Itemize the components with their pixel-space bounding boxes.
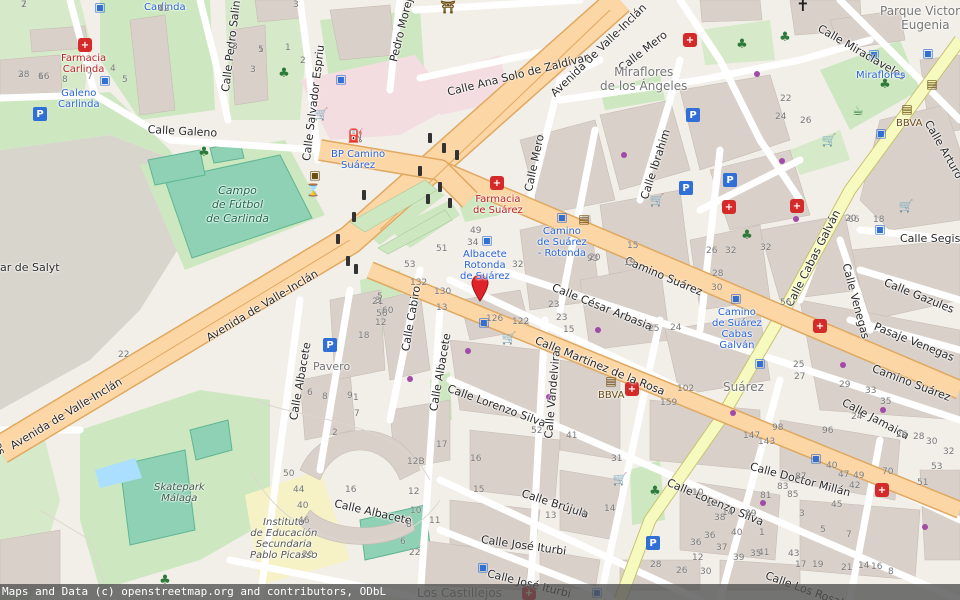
shopping-cart-icon[interactable]: 🛒 [650,193,665,207]
pharmacy-icon[interactable]: + [790,199,804,213]
tree-icon: ♣ [198,144,210,160]
shop-dot-icon[interactable] [840,362,846,368]
shop-dot-icon[interactable] [922,524,928,530]
parking-icon[interactable]: P [323,338,337,352]
map-attribution[interactable]: Maps and Data (c) openstreetmap.org and … [0,584,960,600]
pharmacy-icon[interactable]: + [875,483,889,497]
shop-dot-icon[interactable] [465,348,471,354]
shop-dot-icon[interactable] [546,394,552,400]
parking-icon[interactable]: P [33,107,47,121]
church-icon[interactable]: ✝ [796,0,810,15]
shopping-cart-icon[interactable]: 🛒 [822,133,837,147]
shopping-cart-icon[interactable]: 🛒 [899,199,914,213]
bus-stop-icon[interactable]: ▣ [874,126,888,140]
tree-icon: ♣ [741,227,753,243]
bank-icon[interactable]: ▤ [925,77,939,91]
shop-dot-icon[interactable] [779,158,785,164]
cafe-icon[interactable]: ☕ [851,104,865,119]
shop-dot-icon[interactable] [793,216,799,222]
pharmacy-icon[interactable]: + [78,38,92,52]
shop-dot-icon[interactable] [407,376,413,382]
bus-stop-icon[interactable]: ▣ [873,222,887,236]
tree-icon: ♣ [278,65,290,81]
bus-stop-icon[interactable]: ▣ [98,73,112,87]
shopping-cart-icon[interactable]: 🛒 [502,331,517,345]
bank-icon[interactable]: ▤ [577,212,591,226]
hourglass-icon: ⌛ [305,183,321,197]
pharmacy-icon[interactable]: + [722,200,736,214]
shopping-cart-icon[interactable]: 🛒 [613,472,628,486]
tree-icon: ♣ [736,36,748,52]
bus-stop-icon[interactable]: ▣ [809,451,823,465]
tree-icon: ♣ [649,483,661,499]
bus-stop-icon[interactable]: ▣ [921,46,935,60]
street-map[interactable]: + P ▣ ▣ ▣ ⛽ 🛒 ♣ ♣ ♣ ♣ ♣ ♣ ♣ ♣ ✝ + + + + … [0,0,960,600]
pharmacy-icon[interactable]: + [490,176,504,190]
bus-stop-icon[interactable]: ▣ [753,356,767,370]
bus-stop-icon[interactable]: ▣ [334,72,348,86]
bus-stop-icon[interactable]: ▣ [729,291,743,305]
shop-dot-icon[interactable] [730,410,736,416]
pharmacy-icon[interactable]: + [625,382,639,396]
shop-dot-icon[interactable] [595,327,601,333]
bus-stop-icon[interactable]: ▣ [476,560,490,574]
tree-icon: ♣ [879,76,891,92]
pharmacy-icon[interactable]: + [683,33,697,47]
shop-dot-icon[interactable] [754,71,760,77]
bus-stop-icon[interactable]: ▣ [867,47,881,61]
fuel-station-icon[interactable]: ⛽ [348,129,364,144]
bus-stop-icon[interactable]: ▣ [477,315,491,329]
bank-icon[interactable]: ▤ [900,102,914,116]
bus-stop-icon[interactable]: ▣ [555,210,569,224]
bus-stop-icon[interactable]: ▣ [308,168,322,182]
shop-dot-icon[interactable] [760,500,766,506]
pharmacy-icon[interactable]: + [813,319,827,333]
shop-dot-icon[interactable] [880,407,886,413]
shop-dot-icon[interactable] [621,152,627,158]
tree-icon: ♣ [779,29,791,45]
shrine-icon[interactable]: ⛩ [440,0,455,14]
parking-icon[interactable]: P [686,108,700,122]
location-pin-icon[interactable] [471,274,489,302]
parking-icon[interactable]: P [646,536,660,550]
bus-stop-icon[interactable]: ▣ [93,0,107,14]
parking-icon[interactable]: P [723,173,737,187]
shopping-cart-icon[interactable]: 🛒 [314,107,329,121]
bus-stop-icon[interactable]: ▣ [480,233,494,247]
bank-icon[interactable]: ▤ [604,374,618,388]
parking-icon[interactable]: P [679,181,693,195]
